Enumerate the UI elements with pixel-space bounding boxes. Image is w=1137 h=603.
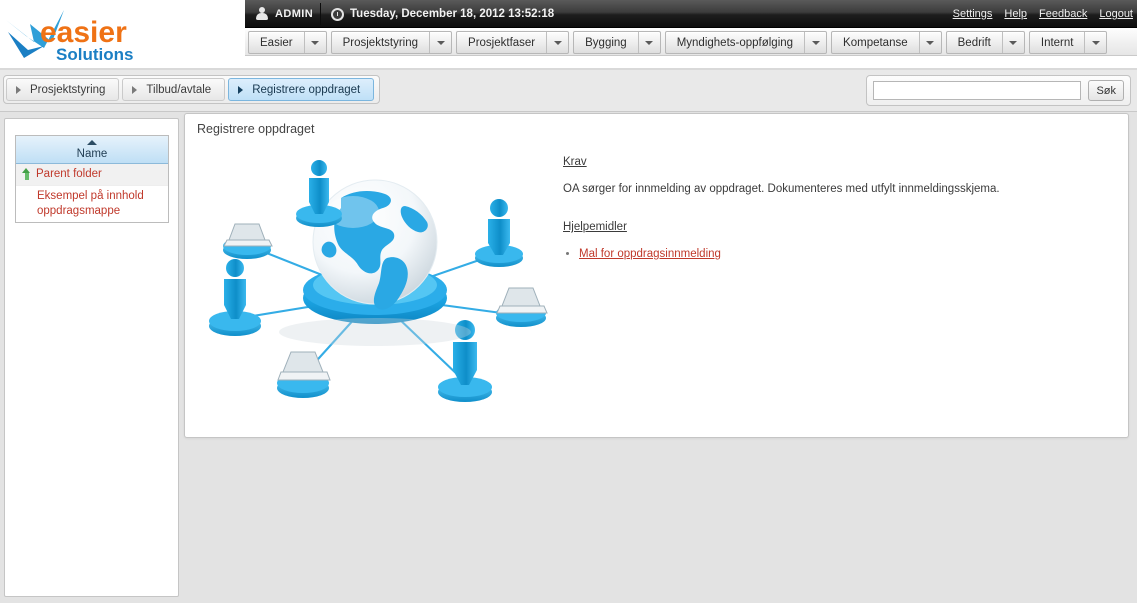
menu-item-bygging[interactable]: Bygging xyxy=(573,31,661,54)
chevron-down-icon[interactable] xyxy=(804,32,826,53)
chevron-down-icon[interactable] xyxy=(303,32,326,53)
menu-label[interactable]: Bedrift xyxy=(947,32,1002,53)
breadcrumb-item-prosjektstyring[interactable]: Prosjektstyring xyxy=(6,78,120,101)
breadcrumb-label: Registrere oppdraget xyxy=(252,83,361,96)
menu-label[interactable]: Prosjektstyring xyxy=(332,32,429,53)
content-column: Krav OA sørger for innmelding av oppdrag… xyxy=(563,156,1108,262)
brand-logo[interactable]: easier Solutions xyxy=(4,2,144,68)
admin-datetime: Tuesday, December 18, 2012 13:52:18 xyxy=(350,8,555,20)
app-root: easier Solutions ADMIN Tuesday, December… xyxy=(0,0,1137,603)
breadcrumb: Prosjektstyring Tilbud/avtale Registrere… xyxy=(3,75,381,104)
chevron-down-icon[interactable] xyxy=(637,32,660,53)
menu-label[interactable]: Bygging xyxy=(574,32,638,53)
breadcrumb-toolbar: Prosjektstyring Tilbud/avtale Registrere… xyxy=(0,70,1137,112)
tree-column-header-label: Name xyxy=(76,148,108,160)
list-item[interactable]: Parent folder xyxy=(16,164,168,186)
menu-label[interactable]: Prosjektfaser xyxy=(457,32,546,53)
list-item: Mal for oppdragsinnmelding xyxy=(579,247,1108,262)
section-heading-hjelpemidler: Hjelpemidler xyxy=(563,221,627,233)
svg-text:Solutions: Solutions xyxy=(56,45,133,64)
panel-body: Krav OA sørger for innmelding av oppdrag… xyxy=(185,144,1130,437)
chevron-down-icon[interactable] xyxy=(1001,32,1024,53)
menu-label[interactable]: Easier xyxy=(249,32,304,53)
up-arrow-icon xyxy=(22,168,31,181)
menu-item-kompetanse[interactable]: Kompetanse xyxy=(831,31,942,54)
clock-icon xyxy=(331,7,344,21)
chevron-down-icon[interactable] xyxy=(429,32,451,53)
section-heading-krav: Krav xyxy=(563,156,587,168)
chevron-down-icon[interactable] xyxy=(1084,32,1106,53)
page-header: easier Solutions ADMIN Tuesday, December… xyxy=(0,0,1137,70)
main-content-panel: Registrere oppdraget Krav OA sørger for … xyxy=(184,113,1129,438)
admin-user-block: ADMIN xyxy=(255,0,313,28)
menu-item-internt[interactable]: Internt xyxy=(1028,31,1108,54)
header-links: Settings Help Feedback Logout xyxy=(953,0,1133,28)
chevron-right-icon xyxy=(132,85,138,94)
menu-item-prosjektfaser[interactable]: Prosjektfaser xyxy=(456,31,570,54)
menu-label[interactable]: Kompetanse xyxy=(832,32,919,53)
list-item-label: Parent folder xyxy=(36,168,102,180)
chevron-right-icon xyxy=(238,85,244,94)
menu-label[interactable]: Myndighets-oppfølging xyxy=(666,32,804,53)
menu-item-prosjektstyring[interactable]: Prosjektstyring xyxy=(330,31,453,54)
search-box: Søk xyxy=(866,75,1131,106)
breadcrumb-label: Tilbud/avtale xyxy=(146,83,212,96)
link-settings[interactable]: Settings xyxy=(953,8,993,20)
link-help[interactable]: Help xyxy=(1004,8,1027,20)
search-input[interactable] xyxy=(873,81,1082,100)
link-mal-for-oppdragsinnmelding[interactable]: Mal for oppdragsinnmelding xyxy=(579,248,721,260)
folder-tree: Name Parent folder Eksempel på innhold o… xyxy=(15,135,169,223)
main-menu-bar: Easier Prosjektstyring Prosjektfaser Byg… xyxy=(245,29,1137,56)
link-feedback[interactable]: Feedback xyxy=(1039,8,1087,20)
menu-item-bedrift[interactable]: Bedrift xyxy=(945,31,1025,54)
breadcrumb-label: Prosjektstyring xyxy=(30,83,106,96)
admin-divider xyxy=(320,3,321,25)
menu-label[interactable]: Internt xyxy=(1030,32,1085,53)
chevron-right-icon xyxy=(16,85,21,94)
sidebar-panel: Name Parent folder Eksempel på innhold o… xyxy=(4,118,179,597)
list-item-label: Eksempel på innhold oppdragsmappe xyxy=(37,190,144,217)
admin-username: ADMIN xyxy=(275,8,314,20)
section-text-krav: OA sørger for innmelding av oppdraget. D… xyxy=(563,183,1000,195)
menu-item-myndighets-oppfolging[interactable]: Myndighets-oppfølging xyxy=(664,31,828,54)
chevron-down-icon[interactable] xyxy=(918,32,941,53)
chevron-down-icon[interactable] xyxy=(546,32,568,53)
page-title: Registrere oppdraget xyxy=(197,122,315,136)
search-button[interactable]: Søk xyxy=(1088,80,1124,101)
admin-datetime-block: Tuesday, December 18, 2012 13:52:18 xyxy=(331,0,554,28)
sort-ascending-icon xyxy=(87,140,97,145)
breadcrumb-item-registrere-oppdraget[interactable]: Registrere oppdraget xyxy=(228,78,375,101)
link-logout[interactable]: Logout xyxy=(1099,8,1133,20)
user-icon xyxy=(255,7,268,21)
tree-column-header-name[interactable]: Name xyxy=(16,136,168,164)
hjelpemidler-link-list: Mal for oppdragsinnmelding xyxy=(563,247,1108,262)
admin-bar: ADMIN Tuesday, December 18, 2012 13:52:1… xyxy=(245,0,1137,28)
breadcrumb-item-tilbud-avtale[interactable]: Tilbud/avtale xyxy=(122,78,226,101)
global-network-globe-illustration xyxy=(191,146,559,434)
menu-item-easier[interactable]: Easier xyxy=(248,31,327,54)
list-item[interactable]: Eksempel på innhold oppdragsmappe xyxy=(16,186,168,222)
